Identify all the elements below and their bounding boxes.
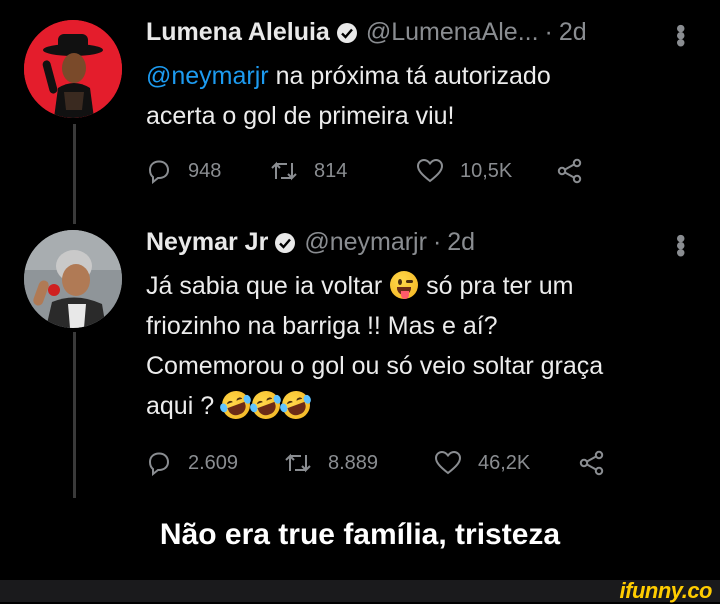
ifunny-watermark: ifunny.co [619, 578, 713, 603]
reply-button[interactable]: 948 [146, 158, 270, 184]
rolling-laughing-emoji-icon [248, 387, 285, 423]
separator: · [544, 18, 553, 46]
retweet-button[interactable]: 814 [270, 159, 416, 183]
share-icon [579, 450, 604, 476]
like-count: 10,5K [460, 159, 513, 182]
text-line: Comemorou o gol ou só veio soltar graça [146, 352, 604, 380]
winking-tongue-emoji-icon [390, 271, 419, 299]
like-button[interactable]: 46,2K [434, 450, 578, 476]
tweet-text: @neymarjr na próxima tá autorizado acert… [146, 56, 686, 136]
heart-icon [434, 450, 462, 475]
reply-count: 2.609 [188, 451, 239, 474]
avatar-neymar-image [24, 230, 122, 328]
thread-line [73, 332, 76, 498]
retweet-icon [271, 161, 297, 181]
action-bar: 948 814 10,5K [146, 158, 600, 184]
text-line: acerta o gol de primeira viu! [146, 102, 455, 130]
thread-line [73, 124, 76, 224]
reply-button[interactable]: 2.609 [146, 450, 284, 476]
verified-icon [336, 22, 357, 43]
text-line: na próxima tá autorizado [268, 62, 551, 90]
like-button[interactable]: 10,5K [416, 158, 556, 184]
separator: · [432, 228, 442, 256]
retweet-icon [285, 453, 311, 473]
timestamp[interactable]: 2d [559, 18, 587, 47]
text-segment: aqui ? [146, 392, 222, 420]
timestamp[interactable]: 2d [447, 228, 475, 257]
share-button[interactable] [578, 450, 622, 476]
more-options-icon[interactable]: ••• [666, 234, 696, 255]
heart-icon [416, 158, 444, 183]
rolling-laughing-emoji-icon [218, 387, 255, 423]
tweet-lumena[interactable]: Lumena Aleluia @LumenaAle... · 2d ••• @n… [0, 0, 720, 224]
mention-link[interactable]: @neymarjr [146, 62, 269, 90]
more-options-icon[interactable]: ••• [666, 24, 696, 45]
meme-caption: Não era true família, tristeza [159, 518, 561, 551]
handle[interactable]: @neymarjr [304, 228, 427, 257]
avatar-lumena[interactable] [24, 20, 122, 118]
avatar-neymar[interactable] [24, 230, 122, 328]
display-name[interactable]: Neymar Jr [146, 228, 268, 257]
display-name[interactable]: Lumena Aleluia [146, 18, 330, 47]
retweet-button[interactable]: 8.889 [284, 451, 434, 475]
tweet-neymar[interactable]: Neymar Jr @neymarjr · 2d ••• Já sabia qu… [0, 210, 720, 510]
tweet-text: Já sabia que ia voltar só pra ter um fri… [146, 266, 686, 426]
text-segment: Já sabia que ia voltar [146, 272, 390, 300]
share-icon [557, 158, 582, 184]
rolling-laughing-emoji-icon [278, 387, 315, 423]
avatar-lumena-image [24, 20, 122, 118]
text-line: friozinho na barriga !! Mas e aí? [146, 312, 498, 340]
reply-icon [148, 452, 170, 476]
verified-icon [275, 232, 296, 253]
tweet-header: Lumena Aleluia @LumenaAle... · 2d [146, 18, 587, 47]
text-segment: só pra ter um [419, 272, 574, 300]
handle[interactable]: @LumenaAle... [366, 18, 539, 47]
retweet-count: 814 [314, 159, 348, 182]
reply-icon [148, 160, 170, 184]
action-bar: 2.609 8.889 46,2K [146, 450, 622, 476]
watermark-bar: ifunny.co [0, 578, 720, 603]
share-button[interactable] [556, 158, 600, 184]
like-count: 46,2K [478, 451, 531, 474]
retweet-count: 8.889 [328, 451, 379, 474]
tweet-header: Neymar Jr @neymarjr · 2d [146, 228, 475, 257]
reply-count: 948 [188, 159, 222, 182]
